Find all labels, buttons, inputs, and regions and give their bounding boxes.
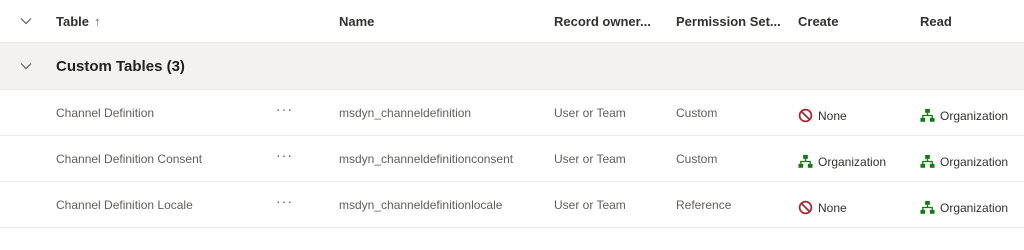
collapse-group-button[interactable] — [18, 43, 34, 89]
create-permission-cell[interactable]: Organization — [798, 139, 886, 184]
more-options-button[interactable]: ··· — [276, 178, 293, 223]
create-permission-label: None — [818, 200, 847, 215]
logical-name-cell: msdyn_channeldefinition — [339, 105, 472, 120]
column-header-permission-set[interactable]: Permission Set... — [676, 0, 781, 42]
create-permission-label: None — [818, 108, 847, 123]
column-header-create[interactable]: Create — [798, 0, 838, 42]
column-header-read[interactable]: Read — [920, 0, 952, 42]
chevron-down-icon — [20, 63, 32, 70]
more-options-button[interactable]: ··· — [276, 132, 293, 177]
none-icon — [798, 108, 813, 123]
more-options-button[interactable]: ··· — [276, 86, 293, 131]
table-name-cell[interactable]: Channel Definition Consent — [56, 136, 202, 181]
chevron-down-icon — [20, 18, 32, 25]
table-row[interactable]: Channel Definition Consent ··· msdyn_cha… — [0, 136, 1024, 182]
logical-name-cell: msdyn_channeldefinitionconsent — [339, 151, 514, 166]
permission-set-cell: Custom — [676, 105, 718, 120]
record-owner-cell: User or Team — [554, 105, 626, 120]
table-name-cell[interactable]: Channel Definition Locale — [56, 182, 193, 227]
read-permission-label: Organization — [940, 108, 1009, 123]
create-permission-cell[interactable]: None — [798, 93, 847, 138]
create-permission-label: Organization — [818, 154, 887, 169]
group-title: Custom Tables (3) — [56, 57, 185, 75]
read-permission-label: Organization — [940, 200, 1009, 215]
group-header-custom-tables: Custom Tables (3) — [0, 43, 1024, 90]
read-permission-cell[interactable]: Organization — [920, 185, 1008, 230]
organization-icon — [798, 154, 813, 168]
record-owner-cell: User or Team — [554, 151, 626, 166]
column-header-name[interactable]: Name — [339, 0, 374, 42]
create-permission-cell[interactable]: None — [798, 185, 847, 230]
organization-icon — [920, 200, 935, 214]
logical-name-cell: msdyn_channeldefinitionlocale — [339, 197, 503, 212]
read-permission-cell[interactable]: Organization — [920, 93, 1008, 138]
column-header-record-owner[interactable]: Record owner... — [554, 0, 651, 42]
read-permission-label: Organization — [940, 154, 1009, 169]
table-name-cell[interactable]: Channel Definition — [56, 90, 154, 135]
organization-icon — [920, 108, 935, 122]
record-owner-cell: User or Team — [554, 197, 626, 212]
read-permission-cell[interactable]: Organization — [920, 139, 1008, 184]
grid-header: Table ↑ Name Record owner... Permission … — [0, 0, 1024, 43]
permissions-grid: Table ↑ Name Record owner... Permission … — [0, 0, 1024, 250]
sort-ascending-icon: ↑ — [94, 13, 101, 29]
column-header-table[interactable]: Table ↑ — [56, 0, 101, 42]
table-row[interactable]: Channel Definition Locale ··· msdyn_chan… — [0, 182, 1024, 228]
permission-set-cell: Custom — [676, 151, 718, 166]
table-row[interactable]: Channel Definition ··· msdyn_channeldefi… — [0, 90, 1024, 136]
permission-set-cell: Reference — [676, 197, 732, 212]
collapse-all-button[interactable] — [18, 0, 34, 42]
none-icon — [798, 200, 813, 215]
organization-icon — [920, 154, 935, 168]
column-header-table-label: Table — [56, 13, 89, 29]
